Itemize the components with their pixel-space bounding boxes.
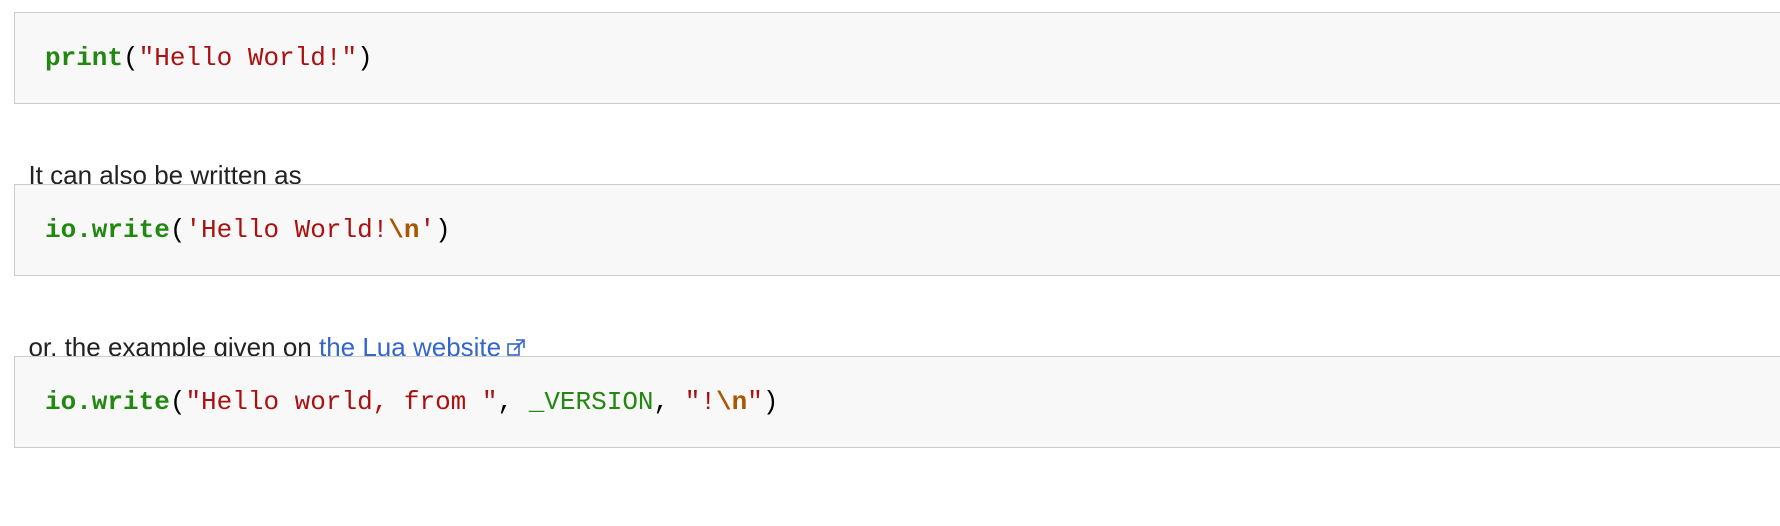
code-punctuation: , xyxy=(497,387,529,417)
paragraph-also-written: It can also be written as xyxy=(14,124,301,192)
code-punctuation: ( xyxy=(169,387,186,417)
code-line: print("Hello World!") xyxy=(45,13,373,103)
code-string: 'Hello World! xyxy=(185,215,389,245)
code-punctuation: ( xyxy=(169,215,186,245)
code-punctuation: ) xyxy=(435,215,451,245)
code-punctuation: ( xyxy=(123,43,139,73)
code-escape-sequence: \n xyxy=(388,215,420,245)
code-block-version: io.write("Hello world, from ", _VERSION,… xyxy=(14,356,1780,448)
code-function-name: print xyxy=(45,43,124,73)
code-string: ' xyxy=(419,215,436,245)
code-variable: _VERSION xyxy=(528,387,654,417)
code-string: "Hello world, from " xyxy=(185,387,498,417)
code-function-name: io.write xyxy=(45,387,170,417)
code-line: io.write("Hello world, from ", _VERSION,… xyxy=(45,357,778,447)
code-block-print: print("Hello World!") xyxy=(14,12,1780,104)
code-string: " xyxy=(747,387,763,417)
code-punctuation: ) xyxy=(357,43,373,73)
code-punctuation: , xyxy=(653,387,685,417)
code-function-name: io.write xyxy=(45,215,170,245)
code-block-io-write: io.write('Hello World!\n') xyxy=(14,184,1780,276)
code-punctuation: ) xyxy=(762,387,779,417)
code-escape-sequence: \n xyxy=(715,387,748,417)
external-link-icon xyxy=(507,339,525,356)
code-line: io.write('Hello World!\n') xyxy=(45,185,451,275)
code-string: "! xyxy=(684,387,716,417)
code-string: "Hello World!" xyxy=(138,43,358,73)
paragraph-example-given: or, the example given on the Lua website xyxy=(14,296,526,364)
